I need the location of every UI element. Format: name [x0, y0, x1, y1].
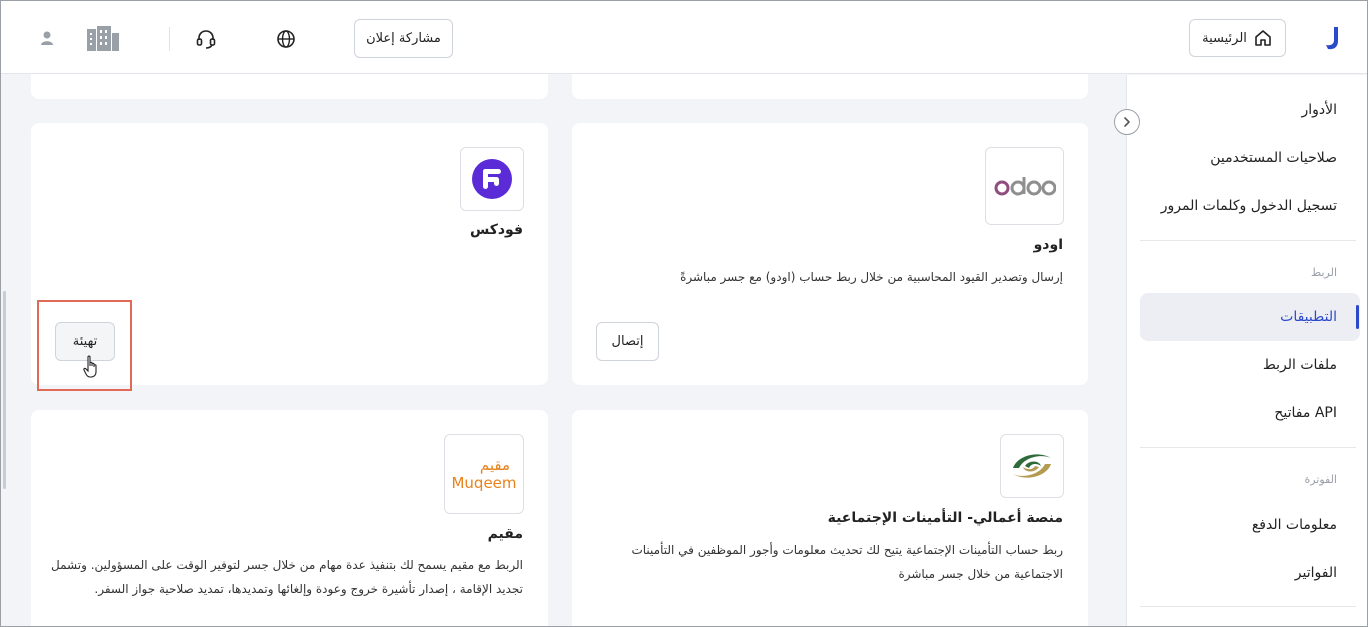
chevron-right-icon — [1124, 117, 1130, 127]
sidebar-section-link: الربط — [1311, 266, 1337, 279]
sidebar-item-link-files[interactable]: ملفات الربط — [1263, 357, 1337, 373]
sidebar-item-invoices[interactable]: الفواتير — [1295, 565, 1337, 581]
hand-cursor-icon — [83, 355, 97, 378]
settings-sidebar: الأدوار صلاحيات المستخدمين تسجيل الدخول … — [1126, 75, 1367, 626]
gosi-description: ربط حساب التأمينات الإجتماعية يتيح لك تح… — [631, 543, 1063, 581]
muqeem-description: الربط مع مقيم يسمح لك بتنفيذ عدة مهام من… — [51, 558, 523, 596]
muqeem-logo: مقيم Muqeem — [444, 434, 524, 514]
scrollbar[interactable] — [3, 291, 6, 489]
gosi-logo — [1000, 434, 1064, 498]
globe-icon — [277, 30, 295, 48]
card-gosi: منصة أعمالي- التأمينات الإجتماعية ربط حس… — [572, 410, 1088, 626]
muqeem-logo-en: Muqeem — [451, 474, 517, 492]
support-button[interactable] — [194, 26, 218, 52]
sidebar-item-login-passwords[interactable]: تسجيل الدخول وكلمات المرور — [1161, 198, 1337, 214]
company-button[interactable] — [86, 25, 120, 51]
sidebar-active-indicator — [1356, 305, 1359, 329]
connect-button[interactable]: إتصال — [596, 322, 659, 361]
sidebar-divider — [1140, 240, 1356, 241]
foodics-title: فودكس — [469, 222, 523, 238]
card-odoo: اودو إرسال وتصدير القيود المحاسبية من خل… — [572, 123, 1088, 385]
odoo-logo — [985, 147, 1064, 225]
app-frame: اودو إرسال وتصدير القيود المحاسبية من خل… — [0, 0, 1368, 627]
globe-button[interactable] — [274, 27, 298, 51]
home-button[interactable]: الرئيسية — [1189, 19, 1286, 57]
gosi-title: منصة أعمالي- التأمينات الإجتماعية — [827, 510, 1063, 526]
building-icon — [87, 26, 119, 51]
sidebar-item-api-keys[interactable]: مفاتيح API — [1274, 405, 1337, 421]
logo-icon[interactable] — [1323, 25, 1341, 51]
home-label: الرئيسية — [1202, 30, 1247, 46]
odoo-logo-icon — [994, 177, 1056, 196]
headset-icon — [196, 30, 216, 49]
sidebar-collapse-button[interactable] — [1114, 109, 1140, 135]
top-header: الرئيسية مشاركة إعلان — [1, 1, 1367, 74]
sidebar-item-payment-info[interactable]: معلومات الدفع — [1252, 517, 1337, 533]
muqeem-title: مقيم — [487, 526, 523, 542]
foodics-logo-icon — [472, 159, 512, 199]
sidebar-divider — [1140, 606, 1356, 607]
user-button[interactable] — [38, 29, 56, 47]
sidebar-divider — [1140, 447, 1356, 448]
sidebar-item-roles[interactable]: الأدوار — [1301, 102, 1337, 118]
sidebar-item-user-permissions[interactable]: صلاحيات المستخدمين — [1210, 150, 1337, 166]
home-icon — [1255, 30, 1271, 46]
sidebar-section-billing: الفوترة — [1304, 473, 1337, 486]
foodics-logo — [460, 147, 524, 211]
user-icon — [41, 31, 53, 45]
odoo-description: إرسال وتصدير القيود المحاسبية من خلال رب… — [680, 270, 1063, 284]
gosi-logo-icon — [1013, 454, 1051, 478]
card-muqeem: مقيم Muqeem مقيم الربط مع مقيم يسمح لك ب… — [31, 410, 548, 626]
odoo-title: اودو — [1033, 237, 1063, 253]
sidebar-item-apps[interactable]: التطبيقات — [1280, 309, 1337, 325]
share-ad-button[interactable]: مشاركة إعلان — [354, 19, 453, 58]
header-divider — [169, 27, 170, 51]
muqeem-logo-ar: مقيم — [479, 456, 511, 474]
